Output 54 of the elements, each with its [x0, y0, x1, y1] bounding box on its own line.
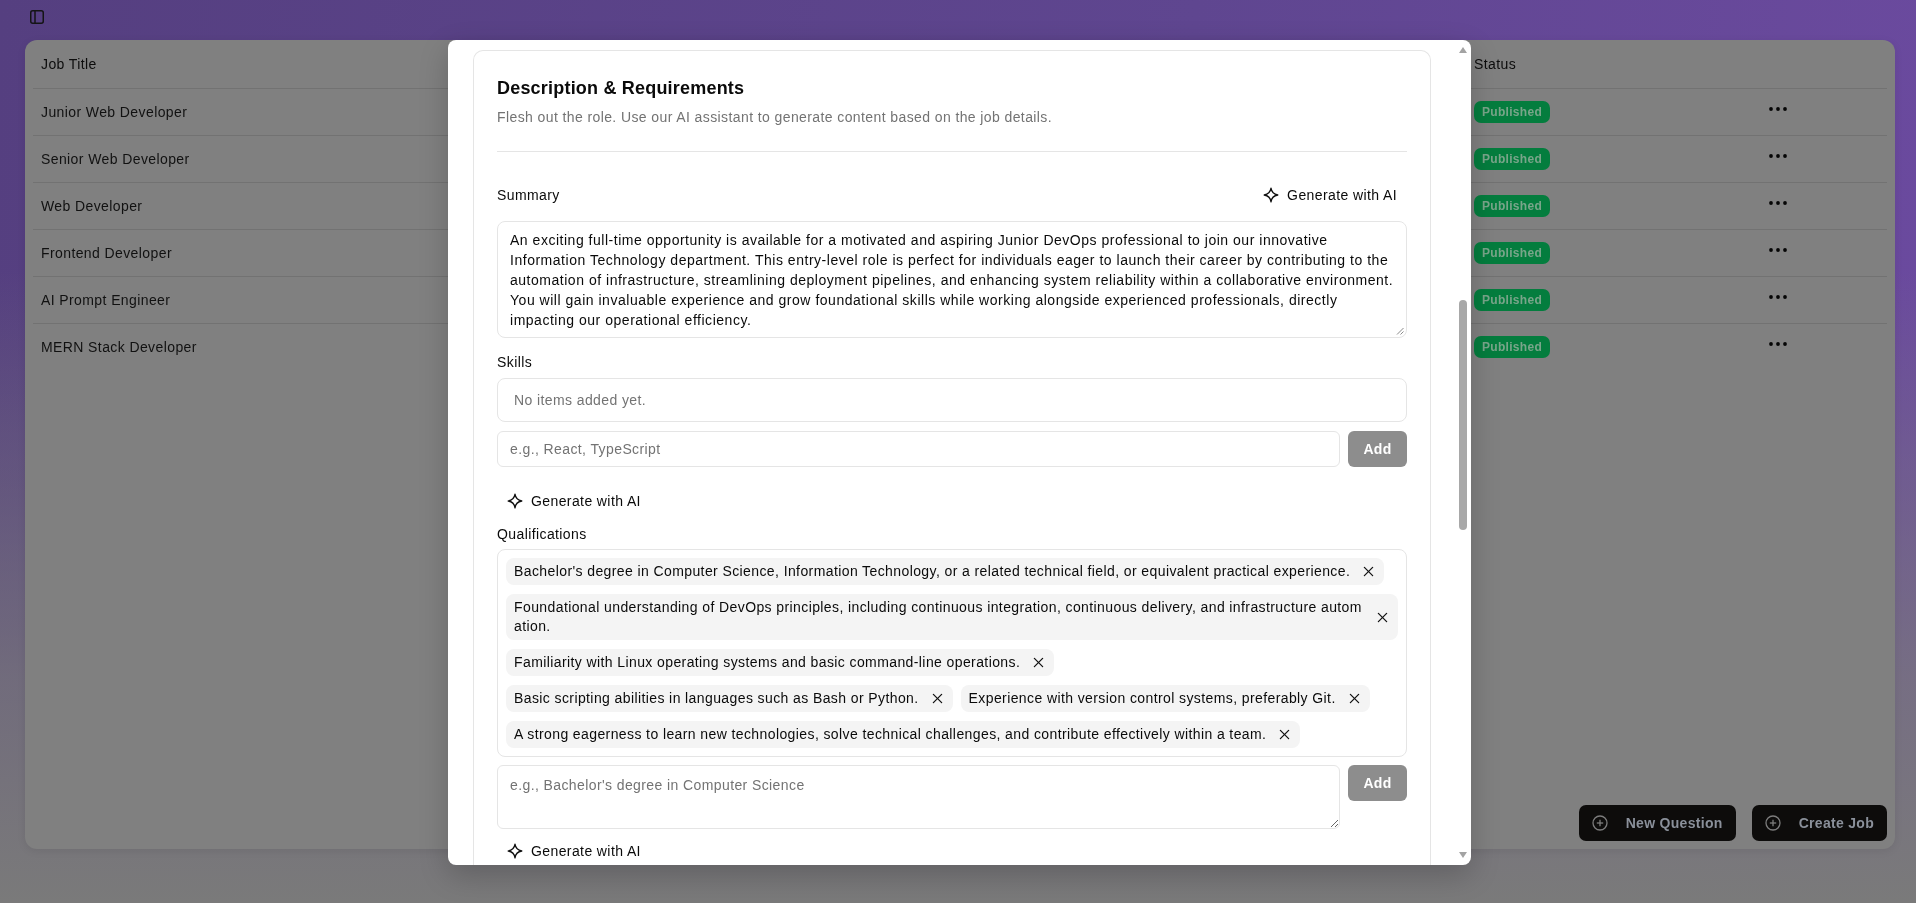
more-icon[interactable]: [1769, 295, 1787, 299]
field-label: Qualifications: [497, 525, 588, 543]
column-header: Job Title: [41, 56, 97, 72]
section-subtitle: Flesh out the role. Use our AI assistant to generate content based on the job details.: [497, 108, 1054, 127]
plus-circle-icon: [1591, 815, 1608, 831]
status-badge: Published: [1474, 195, 1551, 217]
qualification-text: Basic scripting abilities in languages such as Bash or Python.: [514, 689, 919, 708]
status-badge: Published: [1474, 101, 1551, 123]
qualification-text: Familiarity with Linux operating systems and basic command-line operations.: [514, 653, 1021, 672]
close-icon[interactable]: [931, 693, 943, 704]
qualification-text: Experience with version control systems, preferably Git.: [968, 689, 1336, 708]
sparkle-icon: [1263, 187, 1280, 203]
more-icon[interactable]: [1769, 342, 1787, 346]
section-title: Description & Requirements: [497, 77, 746, 100]
create-job-button[interactable]: Create Job: [1751, 805, 1887, 841]
close-icon[interactable]: [1348, 693, 1360, 704]
close-icon[interactable]: [1377, 611, 1388, 623]
job-title-cell: MERN Stack Developer: [41, 339, 197, 355]
column-header: Status: [1474, 56, 1517, 72]
job-title-cell: Frontend Developer: [41, 245, 172, 261]
more-icon[interactable]: [1769, 248, 1787, 252]
status-badge: Published: [1474, 242, 1551, 264]
summary-field[interactable]: An exciting full-time opportunity is available for a motivated and aspiring Junior DevOps professional to join our innovative Information Technology department. This entry-level role is perfect for individuals eager to launch their career by contributing to the automation of infrastructure, streamlining deployment pipelines, and enhancing system reliability within a collaborative environment. You will gain invaluable experience and grow foundational skills while working alongside experienced professionals, directly impacting our operational efficiency.: [497, 221, 1407, 338]
status-badge: Published: [1474, 289, 1551, 311]
empty-state-text: No items added yet.: [514, 392, 647, 408]
field-label: Summary: [497, 186, 560, 204]
qualification-text: Bachelor's degree in Computer Science, Information Technology, or a related technical field, or equivalent practical experience.: [514, 562, 1351, 581]
qualification-text: Foundational understanding of DevOps principles, including continuous integration, continuous delivery, and infrastructure automation.: [514, 598, 1363, 636]
status-badge: Published: [1474, 336, 1551, 358]
sparkle-icon: [507, 493, 523, 509]
job-title-cell: Junior Web Developer: [41, 104, 188, 120]
generate-ai-button[interactable]: Generate with AI: [1253, 179, 1407, 211]
sparkle-icon: [507, 843, 523, 859]
resize-handle-icon[interactable]: [1396, 327, 1404, 335]
generate-ai-button[interactable]: Generate with AI: [497, 837, 651, 865]
close-icon[interactable]: [1033, 657, 1045, 668]
close-icon[interactable]: [1279, 729, 1291, 740]
field-label: Skills: [497, 353, 534, 371]
qualification-input-field[interactable]: e.g., Bachelor's degree in Computer Science: [497, 765, 1340, 829]
job-title-cell: AI Prompt Engineer: [41, 292, 171, 308]
qualification-text: A strong eagerness to learn new technologies, solve technical challenges, and contribute effectively within a team.: [514, 725, 1267, 744]
new-question-button[interactable]: New Question: [1578, 805, 1736, 841]
job-title-cell: Senior Web Developer: [41, 151, 190, 167]
generate-ai-button[interactable]: Generate with AI: [497, 485, 651, 517]
scrollbar-thumb[interactable]: [1459, 300, 1467, 530]
plus-circle-icon: [1764, 815, 1781, 831]
more-icon[interactable]: [1769, 201, 1787, 205]
sidebar-toggle-icon[interactable]: [30, 10, 44, 24]
more-icon[interactable]: [1769, 154, 1787, 158]
skill-input-field[interactable]: e.g., React, TypeScript: [497, 431, 1340, 467]
close-icon[interactable]: [1363, 566, 1375, 577]
more-icon[interactable]: [1769, 107, 1787, 111]
job-title-cell: Web Developer: [41, 198, 143, 214]
status-badge: Published: [1474, 148, 1551, 170]
